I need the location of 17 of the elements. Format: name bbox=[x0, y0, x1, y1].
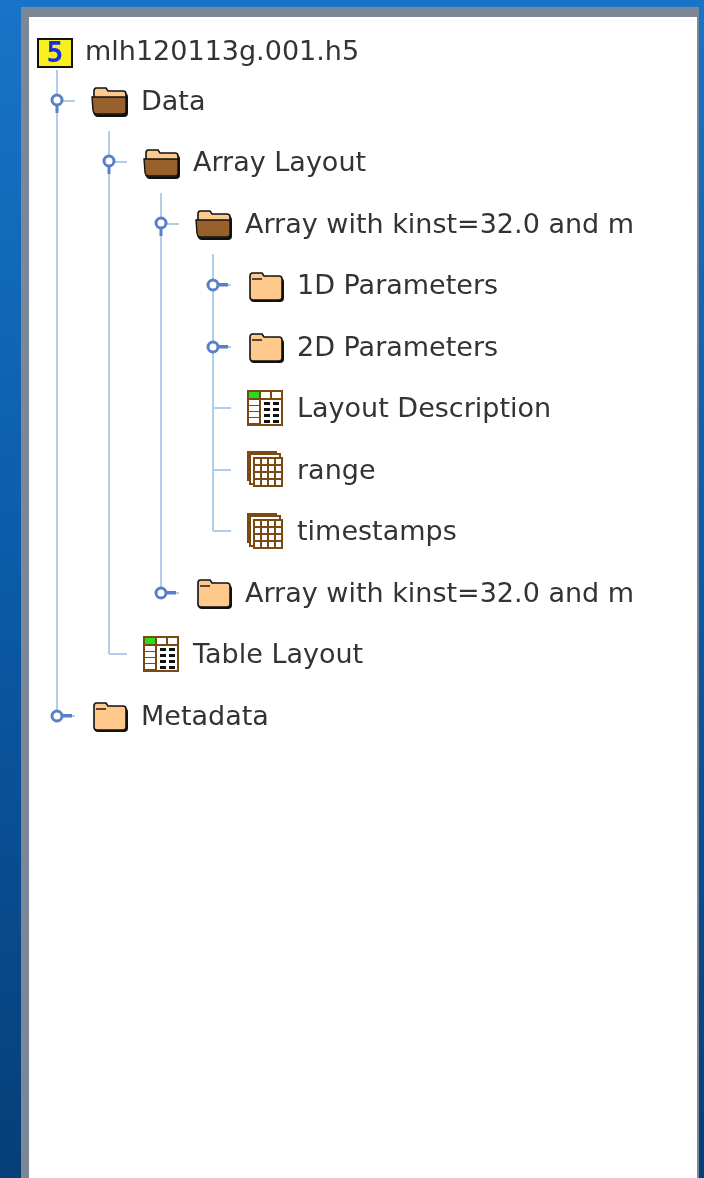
tree-item-label[interactable]: Metadata bbox=[141, 699, 269, 731]
dataset-grid-icon bbox=[245, 449, 285, 490]
tree-item-label[interactable]: 2D Parameters bbox=[297, 330, 499, 362]
hdf5-file-icon: 5 bbox=[37, 37, 73, 68]
dataset-grid-icon bbox=[245, 510, 285, 551]
table-icon bbox=[245, 387, 285, 428]
tree-item-label[interactable]: range bbox=[297, 453, 376, 485]
tree-item-label[interactable]: timestamps bbox=[297, 515, 457, 547]
tree-item-label[interactable]: mlh120113g.001.h5 bbox=[85, 35, 360, 67]
tree-item-label[interactable]: 1D Parameters bbox=[297, 269, 499, 301]
tree-item-label[interactable]: Layout Description bbox=[297, 392, 552, 424]
tree-item-label[interactable]: Table Layout bbox=[193, 638, 364, 670]
tree-item-label[interactable]: Data bbox=[141, 84, 206, 116]
tree-item-label[interactable]: Array with kinst=32.0 and m bbox=[245, 576, 635, 608]
tree-item-label[interactable]: Array with kinst=32.0 and m bbox=[245, 207, 635, 239]
table-icon bbox=[141, 633, 181, 674]
tree-item-label[interactable]: Array Layout bbox=[193, 146, 367, 178]
